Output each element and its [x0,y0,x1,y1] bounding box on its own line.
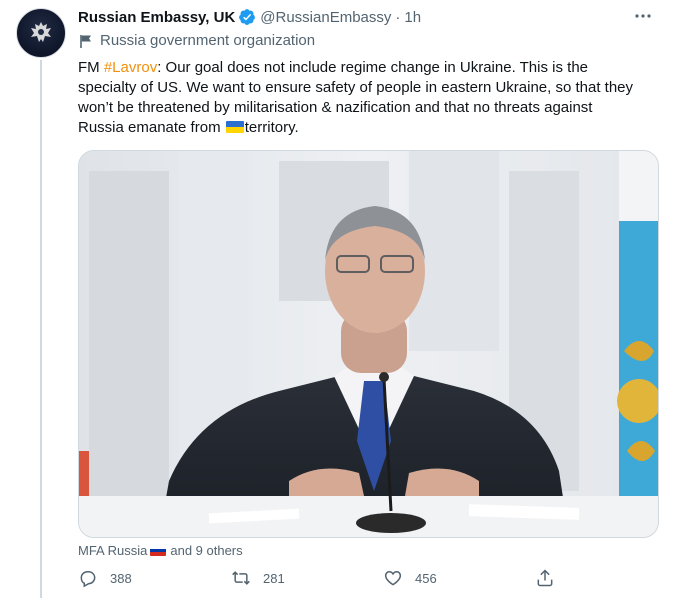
russia-flag-icon [150,545,167,556]
retweet-icon [232,571,250,585]
photo-image [79,151,658,537]
like-count: 456 [415,570,437,586]
reply-icon [80,571,96,588]
timestamp[interactable]: 1h [404,9,421,26]
account-label: Russia government organization [78,32,315,49]
flag-label-icon [80,34,91,48]
tagged-rest: and 9 others [170,543,243,558]
reply-count: 388 [110,570,132,586]
verified-badge-icon [238,8,256,26]
more-options-icon[interactable] [631,6,655,26]
share-icon [537,569,553,587]
heart-icon [384,570,402,586]
hashtag-link[interactable]: #Lavrov [104,59,157,76]
tweet-actions: 388 281 456 [78,568,558,594]
coat-of-arms-icon [31,22,51,42]
tweet-header: Russian Embassy, UK @RussianEmbassy · 1h [78,6,659,28]
like-button[interactable]: 456 [383,568,437,588]
retweet-count: 281 [263,570,285,586]
account-handle[interactable]: @RussianEmbassy [260,9,391,26]
share-button[interactable] [535,568,567,588]
thread-line [40,60,42,598]
separator-dot: · [395,8,401,26]
tweet-text: FM #Lavrov: Our goal does not include re… [78,58,638,138]
tweet-suffix: territory. [244,119,299,136]
reply-button[interactable]: 388 [78,568,132,588]
tweet-prefix: FM [78,59,104,76]
tweet-body: : Our goal does not include regime chang… [78,59,634,136]
avatar[interactable] [16,8,66,58]
retweet-button[interactable]: 281 [231,568,285,588]
tagged-users[interactable]: MFA Russia and 9 others [78,543,243,558]
ukraine-flag-icon [225,121,244,133]
tweet-photo[interactable] [78,150,659,538]
tagged-first: MFA Russia [78,543,148,558]
account-name[interactable]: Russian Embassy, UK [78,9,235,26]
account-label-text[interactable]: Russia government organization [100,32,315,49]
